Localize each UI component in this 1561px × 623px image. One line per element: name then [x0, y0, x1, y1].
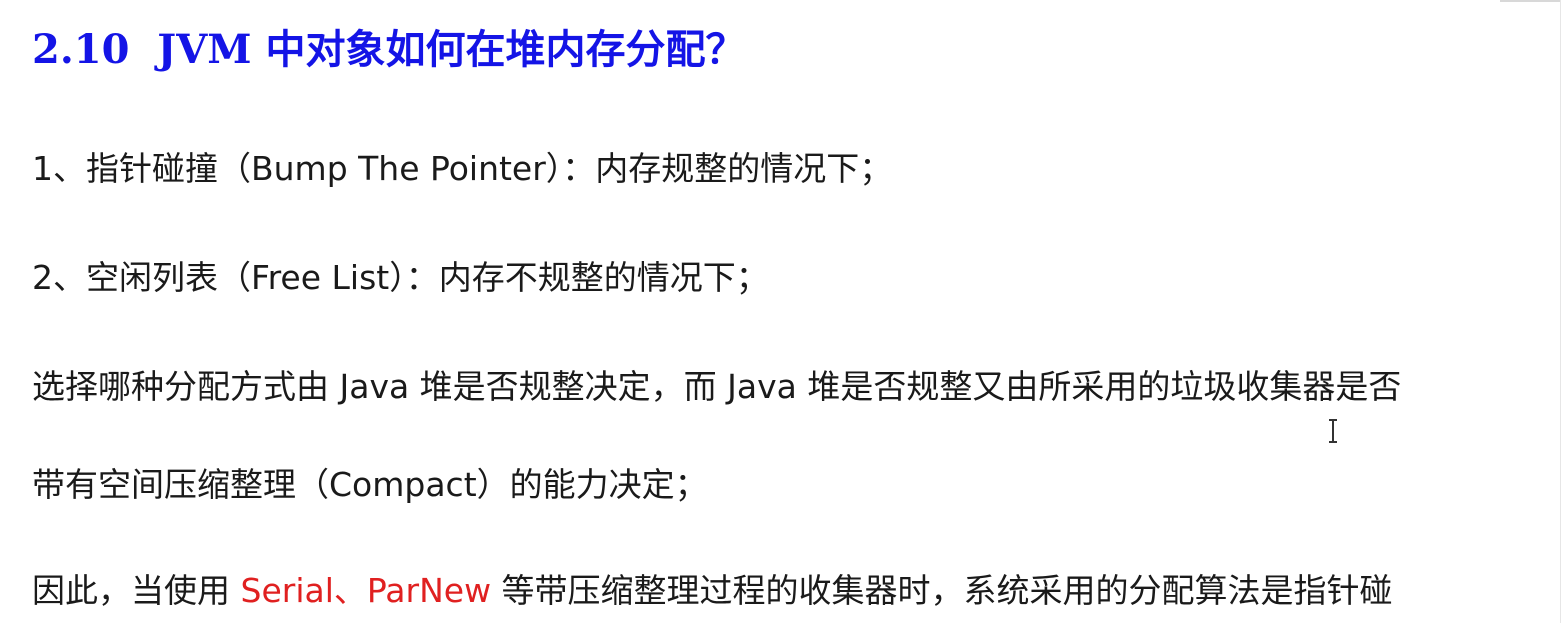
- paragraph-choice-line-1: 选择哪种分配方式由 Java 堆是否规整决定，而 Java 堆是否规整又由所采用…: [32, 367, 1402, 406]
- section-number: 2.10: [32, 26, 130, 73]
- paragraph-choice-line-2: 带有空间压缩整理（Compact）的能力决定；: [32, 465, 708, 504]
- section-title: JVM 中对象如何在堆内存分配？: [157, 26, 746, 73]
- conclusion-prefix: 因此，当使用: [32, 571, 241, 610]
- section-heading: 2.10 JVM 中对象如何在堆内存分配？: [32, 22, 745, 78]
- text-cursor-icon: [1329, 419, 1337, 443]
- paragraph-bump-pointer: 1、指针碰撞（Bump The Pointer）：内存规整的情况下；: [32, 149, 893, 188]
- collector-names-highlight: Serial、ParNew: [240, 571, 492, 610]
- paragraph-free-list: 2、空闲列表（Free List）：内存不规整的情况下；: [32, 258, 769, 297]
- conclusion-suffix: 等带压缩整理过程的收集器时，系统采用的分配算法是指针碰: [491, 571, 1393, 610]
- document-page: 2.10 JVM 中对象如何在堆内存分配？ 1、指针碰撞（Bump The Po…: [0, 0, 1561, 623]
- paragraph-conclusion: 因此，当使用 Serial、ParNew 等带压缩整理过程的收集器时，系统采用的…: [32, 568, 1393, 614]
- window-edge-line: [1500, 0, 1561, 2]
